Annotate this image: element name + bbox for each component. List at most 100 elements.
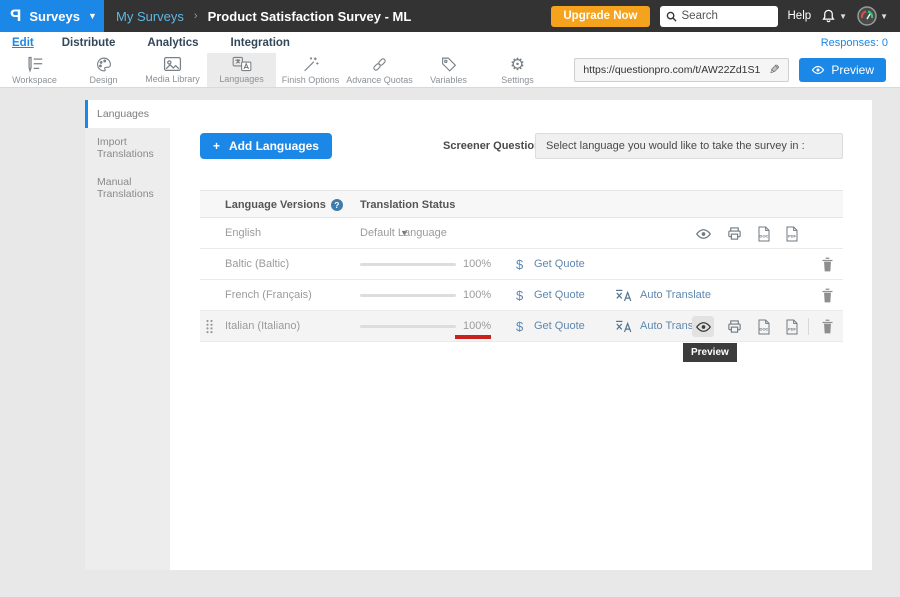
icon-divider — [808, 318, 809, 335]
chevron-down-icon: ▼ — [88, 12, 97, 21]
questionpro-logo-icon: P — [10, 6, 21, 26]
workspace-icon — [25, 56, 44, 73]
design-icon — [95, 56, 113, 73]
language-name: Baltic (Baltic) — [225, 249, 289, 280]
red-underline-annotation — [455, 335, 491, 339]
chevron-down-icon: ▼ — [839, 12, 847, 21]
svg-text:PDF: PDF — [788, 326, 797, 331]
breadcrumb: My Surveys › Product Satisfaction Survey… — [116, 9, 411, 24]
print-icon[interactable] — [723, 225, 745, 242]
topbar: P Surveys ▼ My Surveys › Product Satisfa… — [0, 0, 900, 32]
svg-text:PDF: PDF — [788, 233, 797, 238]
screener-question-select[interactable]: Select language you would like to take t… — [535, 133, 843, 159]
drag-handle[interactable] — [205, 319, 214, 334]
toolbar-item-finish-options[interactable]: Finish Options — [276, 53, 345, 87]
language-name: French (Français) — [225, 280, 312, 311]
search-input[interactable] — [682, 10, 766, 22]
trash-icon[interactable] — [816, 256, 838, 273]
gear-icon: ⚙ — [510, 56, 525, 73]
auto-translate-icon[interactable] — [615, 320, 634, 334]
global-search[interactable] — [660, 6, 778, 27]
print-icon[interactable] — [723, 318, 745, 335]
svg-text:DOC: DOC — [760, 326, 769, 331]
trash-icon[interactable] — [816, 318, 838, 335]
toolbar-item-workspace[interactable]: Workspace — [0, 53, 69, 87]
table-row-baltic: Baltic (Baltic) 100% $ Get Quote — [200, 249, 843, 280]
avatar — [857, 6, 877, 26]
toolbar-item-media-library[interactable]: Media Library — [138, 53, 207, 87]
language-name: Italian (Italiano) — [225, 311, 300, 342]
breadcrumb-separator-icon: › — [194, 10, 198, 22]
help-question-icon[interactable]: ? — [331, 199, 343, 211]
translation-progress-bar — [360, 325, 456, 328]
get-quote-link[interactable]: Get Quote — [534, 280, 585, 311]
svg-text:DOC: DOC — [760, 233, 769, 238]
language-versions-table: Language Versions ? Translation Status E… — [200, 190, 843, 342]
toolbar-item-design[interactable]: Design — [69, 53, 138, 87]
product-menu-label: Surveys — [29, 9, 80, 24]
screener-question-label: Screener Question : — [443, 140, 548, 152]
dollar-icon[interactable]: $ — [516, 249, 523, 280]
preview-eye-icon[interactable] — [692, 316, 714, 337]
language-name: English — [225, 218, 261, 249]
progress-percent: 100% — [463, 249, 491, 280]
notifications-menu[interactable]: ▼ — [821, 8, 847, 24]
media-library-icon — [163, 56, 182, 72]
get-quote-link[interactable]: Get Quote — [534, 249, 585, 280]
eye-icon — [811, 65, 825, 75]
edit-url-pencil-icon[interactable]: ✎ — [765, 62, 784, 78]
sidebar-item-import-translations[interactable]: Import Translations — [85, 128, 170, 168]
tab-integration[interactable]: Integration — [231, 37, 290, 49]
preview-tooltip: Preview — [683, 343, 737, 362]
auto-translate-link[interactable]: Auto Translate — [640, 280, 711, 311]
doc-export-icon[interactable]: DOC — [753, 318, 775, 335]
get-quote-link[interactable]: Get Quote — [534, 311, 585, 342]
preview-button[interactable]: Preview — [799, 58, 886, 82]
pdf-export-icon[interactable]: PDF — [781, 225, 803, 242]
toolbar-item-languages[interactable]: Languages — [207, 53, 276, 87]
column-language-versions: Language Versions ? — [225, 191, 343, 219]
edit-toolbar: Workspace Design Media Library — [0, 53, 900, 88]
sidebar-item-manual-translations[interactable]: Manual Translations — [85, 168, 170, 208]
responses-count[interactable]: Responses: 0 — [821, 37, 888, 49]
variables-icon — [440, 56, 458, 73]
dollar-icon[interactable]: $ — [516, 280, 523, 311]
toolbar-item-variables[interactable]: Variables — [414, 53, 483, 87]
chevron-down-icon: ▼ — [880, 12, 888, 21]
table-row-french: French (Français) 100% $ Get Quote Auto … — [200, 280, 843, 311]
sidebar-item-languages[interactable]: Languages — [85, 100, 170, 128]
trash-icon[interactable] — [816, 287, 838, 304]
progress-percent: 100% — [463, 280, 491, 311]
tab-edit[interactable]: Edit — [12, 37, 34, 49]
table-row-italian: Italian (Italiano) 100% $ Get Quote Auto… — [200, 311, 843, 342]
preview-eye-icon[interactable] — [692, 225, 714, 242]
translation-progress-bar — [360, 263, 456, 266]
advance-quotas-icon — [370, 56, 389, 73]
upgrade-now-button[interactable]: Upgrade Now — [551, 6, 649, 27]
add-languages-button[interactable]: + Add Languages — [200, 133, 332, 159]
translation-progress-bar — [360, 294, 456, 297]
breadcrumb-my-surveys[interactable]: My Surveys — [116, 9, 184, 24]
account-menu[interactable]: ▼ — [857, 6, 888, 26]
search-icon — [666, 11, 677, 22]
toolbar-item-settings[interactable]: ⚙ Settings — [483, 53, 552, 87]
pdf-export-icon[interactable]: PDF — [781, 318, 803, 335]
column-translation-status: Translation Status — [360, 191, 455, 219]
auto-translate-icon[interactable] — [615, 289, 634, 303]
table-row-english: English ▼ Default Language DOC — [200, 218, 843, 249]
default-language-label: Default Language — [360, 218, 447, 249]
bell-icon — [821, 8, 836, 24]
brand-menu[interactable]: P Surveys ▼ — [0, 0, 104, 32]
dollar-icon[interactable]: $ — [516, 311, 523, 342]
table-header-row: Language Versions ? Translation Status — [200, 190, 843, 218]
survey-url-input[interactable] — [583, 64, 765, 76]
plus-icon: + — [213, 139, 220, 153]
toolbar-item-advance-quotas[interactable]: Advance Quotas — [345, 53, 414, 87]
tab-analytics[interactable]: Analytics — [147, 37, 198, 49]
doc-export-icon[interactable]: DOC — [753, 225, 775, 242]
help-link[interactable]: Help — [788, 10, 812, 22]
languages-panel: + Add Languages Screener Question : Sele… — [170, 100, 872, 570]
tab-distribute[interactable]: Distribute — [62, 37, 116, 49]
survey-url-box: ✎ — [574, 58, 789, 82]
languages-sidebar: Languages Import Translations Manual Tra… — [85, 100, 170, 570]
